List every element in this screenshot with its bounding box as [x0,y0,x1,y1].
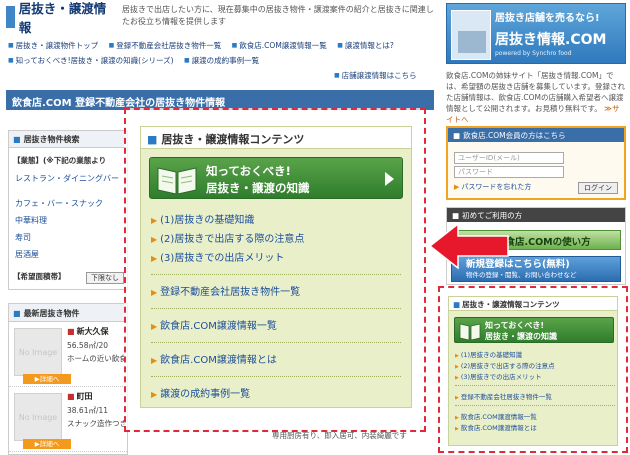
knowledge-banner-line2: 居抜き・譲渡の知識 [206,181,310,195]
small-banner-line1: 知っておくべき! [485,321,545,330]
new-listings-title: 最新居抜き物件 [9,304,127,322]
listing-size: 56.58㎡/20 [67,341,109,350]
category-link-izakaya[interactable]: 居酒屋 [9,246,127,263]
small-contents-links: (1)居抜きの基礎知識 (2)居抜きで出店する際の注意点 (3)居抜きでの出店メ… [455,349,615,433]
no-image-thumbnail: No Image [14,328,62,376]
zoomed-contents-callout: 居抜き・譲渡情報コンテンツ 知っておくべき! 居抜き・譲渡の知識 (1)居抜きの… [124,108,426,432]
link-success-cases[interactable]: 譲渡の成約事例一覧 [151,385,401,404]
promo-description: 飲食店.COMの姉妹サイト「居抜き情報.COM」では、希望額の居抜き店舗を募集し… [446,70,626,125]
small-contents-panel: 居抜き・譲渡情報コンテンツ 知っておくべき! 居抜き・譲渡の知識 (1)居抜きの… [448,296,618,446]
divider [151,274,401,275]
open-book-icon [459,323,481,341]
original-contents-callout: 居抜き・譲渡情報コンテンツ 知っておくべき! 居抜き・譲渡の知識 (1)居抜きの… [438,286,628,453]
small-knowledge-banner[interactable]: 知っておくべき! 居抜き・譲渡の知識 [454,317,614,343]
site-logo[interactable]: 居抜き・譲渡情報 [6,1,116,35]
link-registered-list[interactable]: 登録不動産会社居抜き物件一覧 [151,283,401,302]
small-link-basics[interactable]: (1)居抜きの基礎知識 [455,349,615,360]
search-box-title: 居抜き物件検索 [9,131,127,148]
nav-item-transfer-list[interactable]: 飲食店.COM譲渡情報一覧 [232,38,327,53]
link-cautions[interactable]: (2)居抜きで出店する際の注意点 [151,230,401,249]
nav-item-registered-list[interactable]: 登録不動産会社居抜き物件一覧 [109,38,221,53]
list-item[interactable]: No Image 新大久保 56.58㎡/20 ホームの近い飲食 ▶詳細へ [9,322,127,387]
listing-size: 38.61㎡/11 [67,406,109,415]
small-link-about-transfer[interactable]: 飲食店.COM譲渡情報とは [455,422,615,433]
login-button[interactable]: ログイン [578,182,618,194]
small-link-registered-list[interactable]: 登録不動産会社居抜き物件一覧 [455,391,615,402]
listing-location[interactable]: 町田 [67,391,93,402]
nav-item-about-transfer[interactable]: 譲渡情報とは? [337,38,394,53]
page: 居抜き・譲渡情報 居抜きで出店したい方に、現在募集中の居抜き物件・譲渡案件の紹介… [0,0,630,455]
knowledge-banner-line1: 知っておくべき! [206,164,291,178]
small-link-cautions[interactable]: (2)居抜きで出店する際の注意点 [455,360,615,371]
banner-sub: powered by Synchro food [495,50,572,57]
new-listings-box: 最新居抜き物件 No Image 新大久保 56.58㎡/20 ホームの近い飲食… [8,303,128,455]
divider [455,405,615,406]
link-transfer-list[interactable]: 飲食店.COM譲渡情報一覧 [151,317,401,336]
banner-title: 居抜き店舗を売るなら! [495,13,600,24]
nav-item-knowledge-series[interactable]: 知っておくべき!居抜き・譲渡の知識(シリーズ) [8,53,174,68]
member-login-box: 飲食店.COM会員の方はこちら ユーザーID(メール) パスワード パスワードを… [446,126,626,200]
open-book-icon [157,167,197,195]
free-register-sub: 物件の登録・閲覧、お問い合わせなど [466,271,577,279]
store-transfer-link[interactable]: 店舗譲渡情報はこちら [334,70,417,81]
link-merits[interactable]: (3)居抜きでの出店メリット [151,249,401,268]
intro-text: 居抜きで出店したい方に、現在募集中の居抜き物件・譲渡案件の紹介と居抜きに関連した… [122,5,434,26]
arrow-right-icon [385,172,394,186]
sell-store-banner[interactable]: 居抜き店舗を売るなら! 居抜き情報.COM powered by Synchro… [446,3,626,64]
promo-desc-text: 飲食店.COMの姉妹サイト「居抜き情報.COM」では、希望額の居抜き店舗を募集し… [446,71,626,113]
small-link-merits[interactable]: (3)居抜きでの出店メリット [455,371,615,382]
forgot-password-link[interactable]: パスワードを忘れた方 [454,182,531,192]
category-link-restaurant[interactable]: レストラン・ダイニングバー [9,170,127,187]
link-basics[interactable]: (1)居抜きの基礎知識 [151,211,401,230]
contents-links: (1)居抜きの基礎知識 (2)居抜きで出店する際の注意点 (3)居抜きでの出店メ… [151,211,401,404]
divider [151,376,401,377]
section-title-bar: 飲食店.COM 登録不動産会社の居抜き物件情報 [6,90,434,110]
category-link-chinese[interactable]: 中華料理 [9,212,127,229]
member-login-title: 飲食店.COM会員の方はこちら [448,128,624,142]
red-pointer-arrow-icon [428,222,509,270]
user-id-field[interactable]: ユーザーID(メール) [454,152,564,164]
logo-text: 居抜き・譲渡情報 [18,1,107,35]
listing-location[interactable]: 新大久保 [67,326,109,337]
listing-desc: スナック造作つき [67,419,127,428]
area-min-select[interactable]: 下限なし [86,272,124,284]
divider [151,308,401,309]
password-field[interactable]: パスワード [454,166,564,178]
small-banner-line2: 居抜き・譲渡の知識 [485,332,557,341]
top-nav: 居抜き・譲渡物件トップ 登録不動産会社居抜き物件一覧 飲食店.COM譲渡情報一覧… [8,38,438,68]
category-label: 【業態】(※下記の業態より [13,156,107,165]
listing-desc: ホームの近い飲食 [67,354,127,363]
divider [455,385,615,386]
category-link-cafe[interactable]: カフェ・バー・スナック [9,195,127,212]
no-image-thumbnail: No Image [14,393,62,441]
detail-button[interactable]: ▶詳細へ [23,374,71,384]
detail-button[interactable]: ▶詳細へ [23,439,71,449]
list-item[interactable]: No Image 町田 38.61㎡/11 スナック造作つき ▶詳細へ [9,387,127,452]
nav-item-success-cases[interactable]: 譲渡の成約事例一覧 [184,53,260,68]
first-time-title: 初めてご利用の方 [447,208,625,222]
knowledge-banner[interactable]: 知っておくべき! 居抜き・譲渡の知識 [149,157,403,199]
category-link-sushi[interactable]: 寿司 [9,229,127,246]
property-search-box: 居抜き物件検索 【業態】(※下記の業態より レストラン・ダイニングバー カフェ・… [8,130,128,290]
link-about-transfer[interactable]: 飲食店.COM譲渡情報とは [151,351,401,370]
banner-brand: 居抜き情報.COM [495,32,607,48]
store-photo-icon [451,10,491,60]
small-contents-title: 居抜き・譲渡情報コンテンツ [449,297,617,311]
contents-panel-title: 居抜き・譲渡情報コンテンツ [141,127,411,149]
small-link-transfer-list[interactable]: 飲食店.COM譲渡情報一覧 [455,411,615,422]
contents-panel: 居抜き・譲渡情報コンテンツ 知っておくべき! 居抜き・譲渡の知識 (1)居抜きの… [140,126,412,408]
logo-mark-icon [6,6,15,28]
divider [151,342,401,343]
nav-item-top[interactable]: 居抜き・譲渡物件トップ [8,38,99,53]
